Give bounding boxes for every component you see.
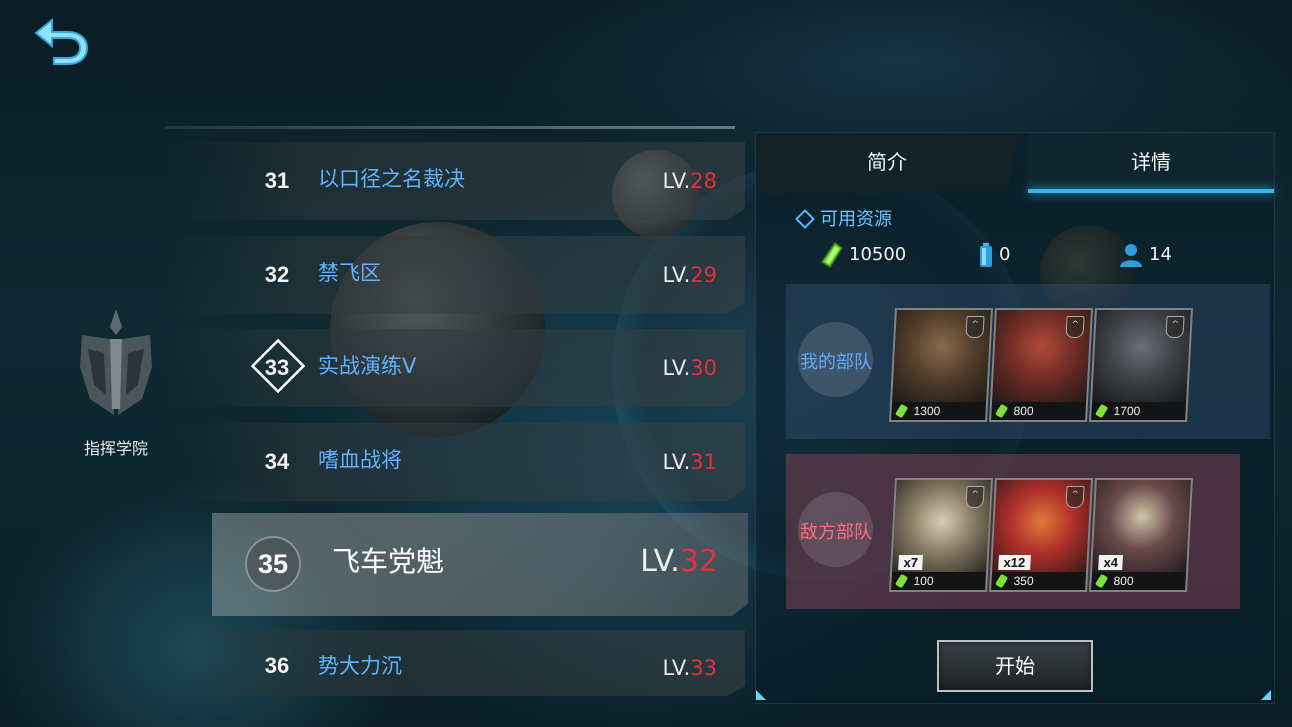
active-tab-indicator <box>1028 189 1274 193</box>
unit-cost-value: 1700 <box>1113 404 1141 418</box>
unit-cost: 1700 <box>1091 402 1187 420</box>
tab-intro[interactable]: 简介 <box>756 133 1018 193</box>
resource-battery: 0 <box>979 241 1010 269</box>
my-unit-card[interactable]: ^ 1700 <box>1089 308 1193 422</box>
section-diamond-icon <box>795 209 815 229</box>
resource-energy: 10500 <box>820 241 907 269</box>
academy-label: 指挥学院 <box>83 439 148 458</box>
eagle-emblem-icon <box>80 309 152 415</box>
my-army-section: 我的部队 ^ 1300 ^ 800 ^ 1700 <box>786 284 1270 439</box>
lv-value: 29 <box>690 263 717 287</box>
my-army-label: 我的部队 <box>800 352 872 373</box>
my-unit-card[interactable]: ^ 800 <box>989 308 1093 422</box>
lv-prefix: LV. <box>662 656 691 680</box>
unit-cost-value: 1300 <box>913 404 941 418</box>
unit-cost: 800 <box>1091 572 1187 590</box>
lv-value: 33 <box>690 656 717 680</box>
level-title: 实战演练V <box>318 354 417 378</box>
lv-prefix: LV. <box>662 450 691 474</box>
panel-corner-accent <box>756 690 766 700</box>
energy-crystal-icon <box>1094 573 1109 589</box>
lv-value: 32 <box>679 544 718 579</box>
start-button[interactable]: 开始 <box>937 640 1093 692</box>
rank-chevron-icon: ^ <box>1065 486 1085 508</box>
resource-population: 14 <box>1119 241 1172 269</box>
tab-details-label: 详情 <box>1131 150 1171 174</box>
unit-cost: 800 <box>991 402 1087 420</box>
level-requirement: LV.33 <box>662 630 717 696</box>
my-unit-card[interactable]: ^ 1300 <box>889 308 993 422</box>
battery-value: 0 <box>999 244 1011 265</box>
battery-icon <box>980 243 992 267</box>
energy-crystal-icon <box>1094 403 1109 419</box>
level-requirement: LV.32 <box>640 513 718 611</box>
tab-details[interactable]: 详情 <box>1028 133 1274 193</box>
energy-crystal-icon <box>820 241 844 269</box>
energy-crystal-icon <box>994 573 1009 589</box>
unit-cost: 350 <box>991 572 1087 590</box>
unit-count: x7 <box>898 555 924 570</box>
academy-badge: 指挥学院 <box>70 305 162 459</box>
level-row-33[interactable]: 33 实战演练V LV.30 <box>165 329 745 407</box>
unit-cost-value: 800 <box>1113 574 1134 588</box>
level-row-34[interactable]: 34 嗜血战将 LV.31 <box>165 423 745 501</box>
unit-cost-value: 800 <box>1013 404 1034 418</box>
lv-prefix: LV. <box>640 544 680 579</box>
level-title: 飞车党魁 <box>332 545 445 578</box>
enemy-unit-card[interactable]: x4 800 <box>1089 478 1193 592</box>
lv-value: 30 <box>690 356 717 380</box>
lv-value: 31 <box>690 450 717 474</box>
unit-cost: 100 <box>891 572 987 590</box>
unit-cost-value: 350 <box>1013 574 1034 588</box>
level-requirement: LV.30 <box>663 329 717 407</box>
enemy-army-label: 敌方部队 <box>800 522 872 543</box>
level-title: 禁飞区 <box>318 261 381 285</box>
unit-count: x4 <box>1098 555 1124 570</box>
rank-chevron-icon: ^ <box>965 486 985 508</box>
level-number: 34 <box>264 449 290 474</box>
stage-detail-panel: 简介 详情 可用资源 10500 0 14 我的部队 ^ 1300 ^ 800 … <box>755 132 1275 704</box>
enemy-unit-card[interactable]: ^ x7 100 <box>889 478 993 592</box>
level-row-36[interactable]: 36 势大力沉 LV.33 <box>165 630 745 696</box>
level-number: 32 <box>264 262 290 287</box>
tab-bar: 简介 详情 <box>756 133 1274 193</box>
level-title: 势大力沉 <box>318 654 402 678</box>
level-number: 33 <box>264 355 290 380</box>
level-title: 以口径之名裁决 <box>318 167 465 191</box>
level-title: 嗜血战将 <box>318 448 402 472</box>
level-row-32[interactable]: 32 禁飞区 LV.29 <box>165 236 745 314</box>
level-requirement: LV.29 <box>663 236 717 314</box>
back-button[interactable] <box>30 14 92 66</box>
energy-crystal-icon <box>894 573 909 589</box>
lv-prefix: LV. <box>662 169 691 193</box>
level-number: 35 <box>257 549 289 579</box>
list-divider <box>165 126 735 129</box>
energy-value: 10500 <box>849 244 907 265</box>
rank-chevron-icon: ^ <box>965 316 985 338</box>
level-requirement: LV.31 <box>663 423 717 501</box>
level-row-35-selected[interactable]: 35 飞车党魁 LV.32 <box>212 513 748 616</box>
level-number: 31 <box>264 168 290 193</box>
enemy-army-section: 敌方部队 ^ x7 100 ^ x12 350 x4 800 <box>786 454 1240 609</box>
level-number: 36 <box>264 653 290 678</box>
enemy-unit-card[interactable]: ^ x12 350 <box>989 478 1093 592</box>
energy-crystal-icon <box>894 403 909 419</box>
energy-crystal-icon <box>994 403 1009 419</box>
rank-chevron-icon: ^ <box>1165 316 1185 338</box>
lv-prefix: LV. <box>662 356 691 380</box>
panel-corner-accent <box>1261 690 1271 700</box>
lv-prefix: LV. <box>662 263 691 287</box>
unit-count: x12 <box>998 555 1031 570</box>
unit-cost: 1300 <box>891 402 987 420</box>
unit-cost-value: 100 <box>913 574 934 588</box>
lv-value: 28 <box>690 169 717 193</box>
population-value: 14 <box>1149 244 1172 265</box>
level-requirement: LV.28 <box>663 142 717 220</box>
level-row-31[interactable]: 31 以口径之名裁决 LV.28 <box>165 142 745 220</box>
rank-chevron-icon: ^ <box>1065 316 1085 338</box>
back-arrow-icon <box>34 17 89 65</box>
population-person-icon <box>1120 244 1142 267</box>
resources-title: 可用资源 <box>820 209 892 230</box>
